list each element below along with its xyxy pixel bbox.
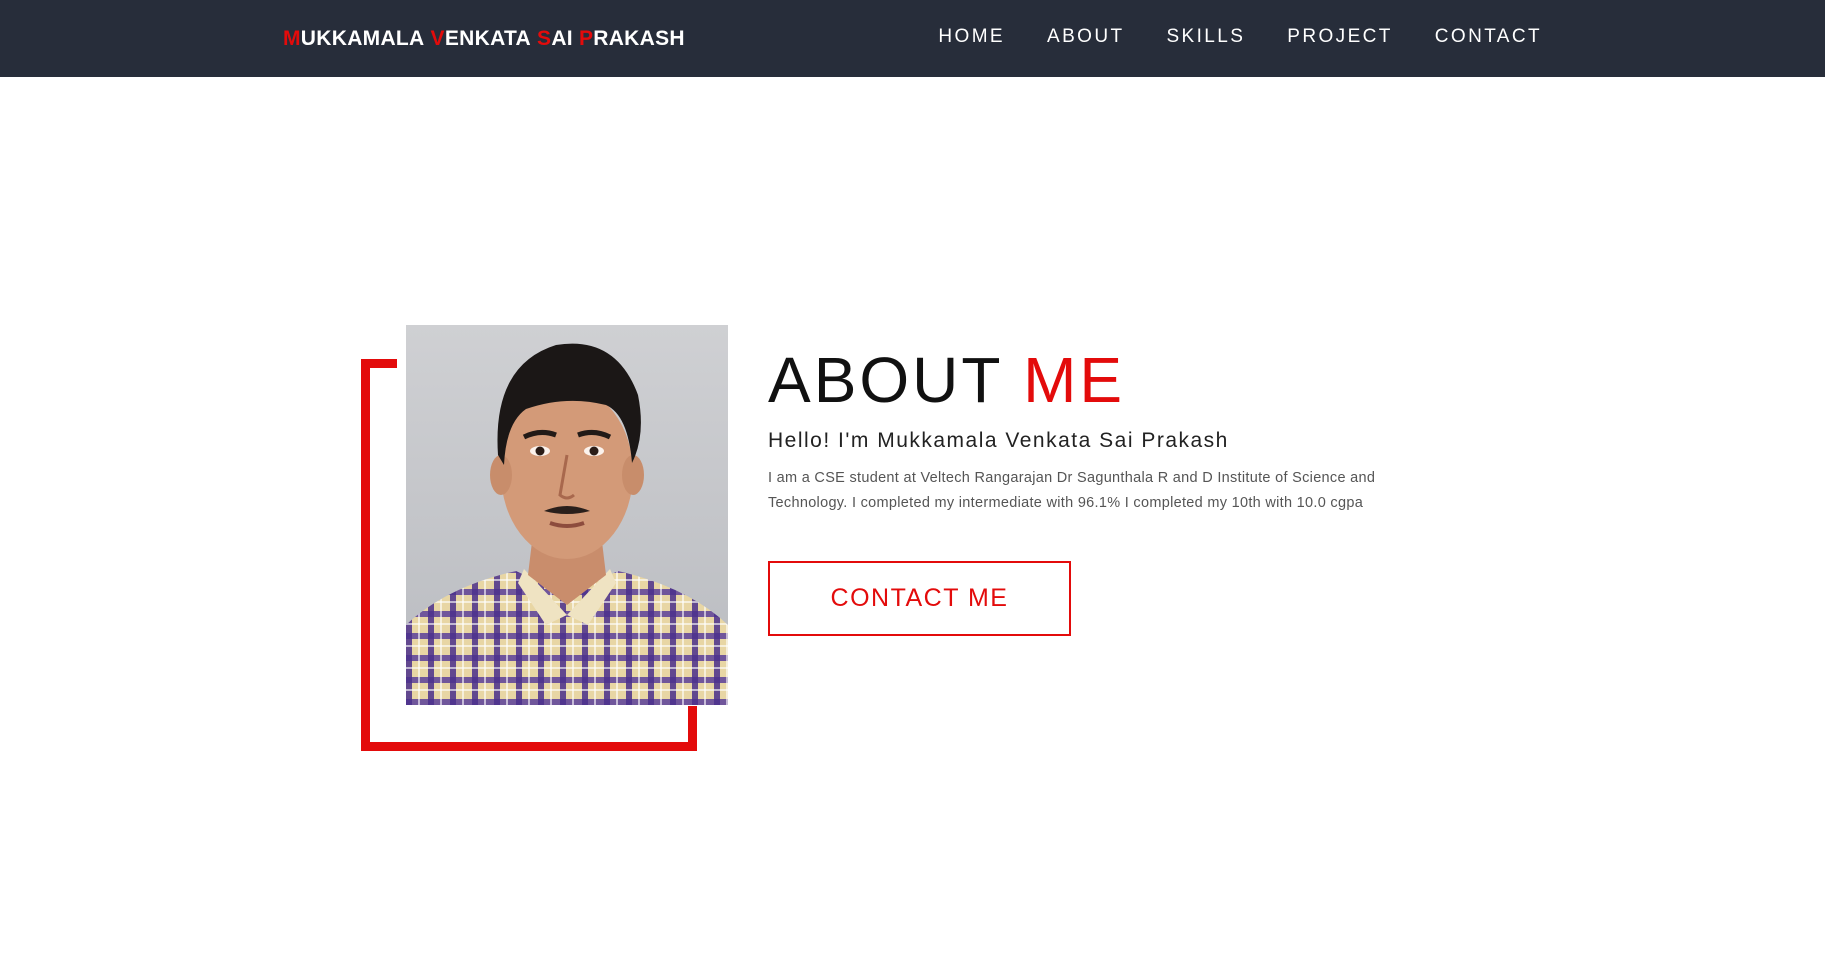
nav-item-skills[interactable]: SKILLS xyxy=(1166,26,1245,48)
about-text-block: ABOUT ME Hello! I'm Mukkamala Venkata Sa… xyxy=(768,345,1468,516)
frame-tick-top xyxy=(361,359,397,368)
about-title-accent: ME xyxy=(1023,344,1126,416)
brand-logo[interactable]: MUKKAMALA VENKATA SAI PRAKASH xyxy=(283,27,685,51)
contact-me-button[interactable]: CONTACT ME xyxy=(768,561,1071,636)
navbar: MUKKAMALA VENKATA SAI PRAKASH HOME ABOUT SK… xyxy=(0,0,1825,77)
about-greeting: Hello! I'm Mukkamala Venkata Sai Prakash xyxy=(768,429,1229,452)
profile-photo xyxy=(406,325,728,705)
brand-word-2: VENKATA xyxy=(430,27,532,50)
brand-word-4: PRAKASH xyxy=(578,27,685,50)
frame-tick-right xyxy=(688,706,697,742)
nav-item-project[interactable]: PROJECT xyxy=(1287,26,1392,48)
main-nav: HOME ABOUT SKILLS PROJECT CONTACT xyxy=(938,26,1542,48)
nav-item-contact[interactable]: CONTACT xyxy=(1435,26,1542,48)
about-title-main: ABOUT xyxy=(768,344,1003,416)
brand-word-1: MUKKAMALA xyxy=(283,27,425,50)
about-title: ABOUT ME xyxy=(768,345,1468,415)
about-description: I am a CSE student at Veltech Rangarajan… xyxy=(768,470,1376,511)
nav-item-home[interactable]: HOME xyxy=(938,26,1005,48)
brand-word-3: SAI xyxy=(537,27,573,50)
nav-item-about[interactable]: ABOUT xyxy=(1047,26,1124,48)
